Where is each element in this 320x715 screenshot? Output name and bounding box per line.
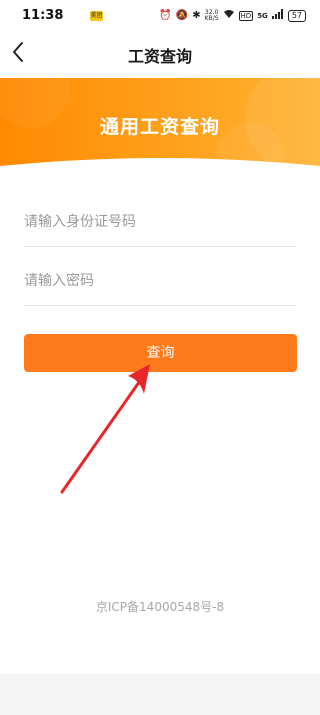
page-title: 工资查询 [127,47,192,66]
network-speed-unit: KB/S [204,15,219,22]
mute-icon: 🔕 [175,10,189,21]
alarm-icon: ⏰ [159,10,172,21]
password-field [24,261,296,306]
battery-icon: 57 [287,10,306,22]
hd-icon: HD [238,11,254,21]
wifi-icon [223,9,235,23]
red-arrow-icon [60,364,150,494]
bluetooth-icon: ✱ [192,10,201,21]
id-number-input[interactable] [24,202,296,242]
status-icons: ⏰ 🔕 ✱ 32.0 KB/S HD 5G 57 [159,9,306,23]
icp-license: 京ICP备14000548号-8 [95,600,225,614]
nav-bar: 工资查询 [0,30,320,78]
password-input[interactable] [24,261,296,301]
app-notification-icon: 美团 [90,11,103,21]
status-time: 11:38 [22,8,64,23]
network-speed: 32.0 KB/S [205,10,219,22]
bottom-area [0,674,320,715]
status-bar: 11:38 美团 ⏰ 🔕 ✱ 32.0 KB/S HD 5G 57 [0,0,320,30]
banner-title: 通用工资查询 [99,116,220,138]
signal-bars-icon [271,9,284,23]
id-number-field [24,202,296,247]
signal-5g-icon: 5G [257,12,268,20]
banner: 通用工资查询 [0,78,320,170]
